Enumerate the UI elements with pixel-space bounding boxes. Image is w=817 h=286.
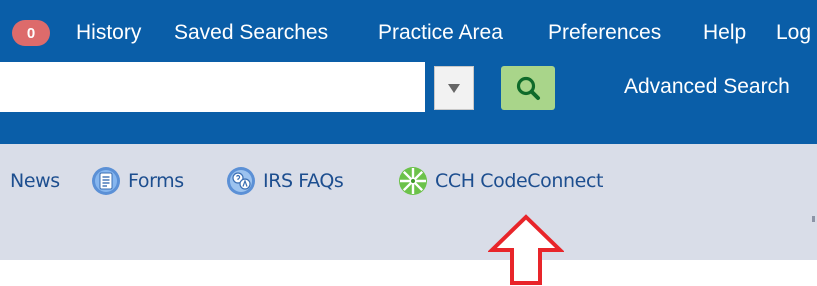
notification-badge[interactable]: 0 <box>12 20 50 46</box>
nav-link-preferences[interactable]: Preferences <box>548 20 661 46</box>
search-bar: Advanced Search <box>0 62 817 144</box>
toolbar-item-irs-faqs[interactable]: IRS FAQs <box>226 164 344 198</box>
search-button[interactable] <box>501 66 555 110</box>
toolbar-item-cch-codeconnect[interactable]: CCH CodeConnect <box>398 164 603 198</box>
nav-link-help[interactable]: Help <box>703 20 746 46</box>
toolbar-item-label: News <box>10 170 60 192</box>
advanced-search-link[interactable]: Advanced Search <box>624 74 790 100</box>
toolbar-item-label: IRS FAQs <box>263 170 344 192</box>
irs-faqs-icon <box>227 167 255 195</box>
nav-link-history[interactable]: History <box>76 20 141 46</box>
toolbar-item-news[interactable]: News <box>10 164 60 198</box>
nav-link-saved-searches[interactable]: Saved Searches <box>174 20 328 46</box>
search-icon <box>516 76 540 100</box>
forms-icon <box>92 167 120 195</box>
tools-toolbar: News Forms IRS FAQs CCH CodeConnect <box>0 144 817 260</box>
top-nav-bar: 0 History Saved Searches Practice Area P… <box>0 0 817 62</box>
toolbar-item-forms[interactable]: Forms <box>91 164 184 198</box>
nav-link-practice-area[interactable]: Practice Area <box>378 20 503 46</box>
search-scope-dropdown[interactable] <box>434 66 474 110</box>
toolbar-item-label: CCH CodeConnect <box>435 170 604 192</box>
chevron-down-icon <box>448 83 460 93</box>
codeconnect-icon <box>399 167 427 195</box>
up-arrow-icon <box>488 214 564 285</box>
toolbar-edge-mark <box>812 216 815 222</box>
toolbar-item-label: Forms <box>128 170 184 192</box>
search-input[interactable] <box>0 62 425 112</box>
nav-link-log[interactable]: Log <box>776 20 811 46</box>
